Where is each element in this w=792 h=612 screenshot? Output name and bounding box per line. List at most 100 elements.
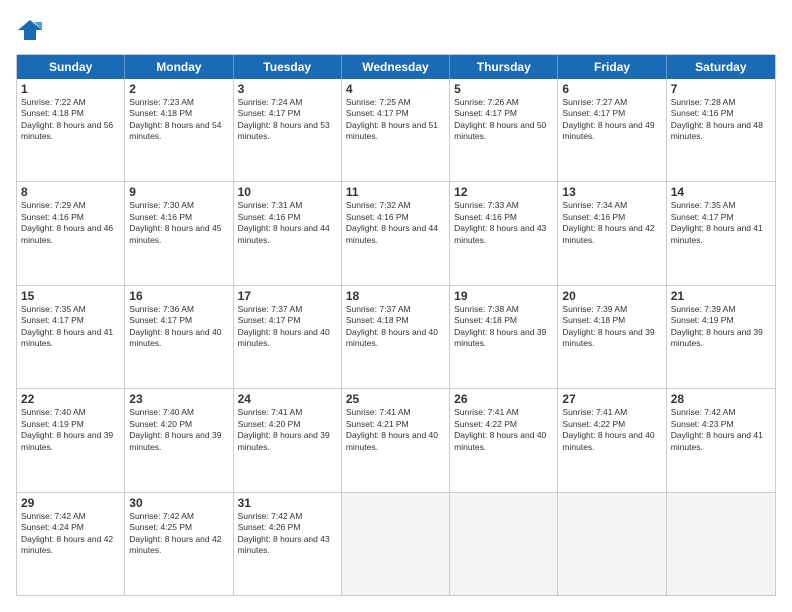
day-info: Sunrise: 7:34 AMSunset: 4:16 PMDaylight:… [562, 200, 661, 246]
day-cell-26: 26Sunrise: 7:41 AMSunset: 4:22 PMDayligh… [450, 389, 558, 491]
day-cell-27: 27Sunrise: 7:41 AMSunset: 4:22 PMDayligh… [558, 389, 666, 491]
week-row-4: 22Sunrise: 7:40 AMSunset: 4:19 PMDayligh… [17, 389, 775, 492]
day-info: Sunrise: 7:37 AMSunset: 4:17 PMDaylight:… [238, 304, 337, 350]
day-cell-8: 8Sunrise: 7:29 AMSunset: 4:16 PMDaylight… [17, 182, 125, 284]
day-number: 30 [129, 496, 228, 510]
day-info: Sunrise: 7:33 AMSunset: 4:16 PMDaylight:… [454, 200, 553, 246]
day-number: 12 [454, 185, 553, 199]
day-number: 4 [346, 82, 445, 96]
day-info: Sunrise: 7:40 AMSunset: 4:19 PMDaylight:… [21, 407, 120, 453]
day-cell-2: 2Sunrise: 7:23 AMSunset: 4:18 PMDaylight… [125, 79, 233, 181]
day-info: Sunrise: 7:27 AMSunset: 4:17 PMDaylight:… [562, 97, 661, 143]
header [16, 16, 776, 44]
day-number: 17 [238, 289, 337, 303]
day-number: 8 [21, 185, 120, 199]
day-cell-3: 3Sunrise: 7:24 AMSunset: 4:17 PMDaylight… [234, 79, 342, 181]
day-number: 10 [238, 185, 337, 199]
day-number: 25 [346, 392, 445, 406]
empty-cell [558, 493, 666, 595]
empty-cell [342, 493, 450, 595]
day-cell-21: 21Sunrise: 7:39 AMSunset: 4:19 PMDayligh… [667, 286, 775, 388]
day-header-friday: Friday [558, 55, 666, 79]
day-info: Sunrise: 7:41 AMSunset: 4:22 PMDaylight:… [454, 407, 553, 453]
empty-cell [667, 493, 775, 595]
day-number: 6 [562, 82, 661, 96]
calendar: SundayMondayTuesdayWednesdayThursdayFrid… [16, 54, 776, 596]
day-number: 3 [238, 82, 337, 96]
day-cell-24: 24Sunrise: 7:41 AMSunset: 4:20 PMDayligh… [234, 389, 342, 491]
day-cell-17: 17Sunrise: 7:37 AMSunset: 4:17 PMDayligh… [234, 286, 342, 388]
day-info: Sunrise: 7:30 AMSunset: 4:16 PMDaylight:… [129, 200, 228, 246]
day-number: 22 [21, 392, 120, 406]
day-number: 18 [346, 289, 445, 303]
day-cell-30: 30Sunrise: 7:42 AMSunset: 4:25 PMDayligh… [125, 493, 233, 595]
day-header-saturday: Saturday [667, 55, 775, 79]
day-number: 28 [671, 392, 771, 406]
day-info: Sunrise: 7:22 AMSunset: 4:18 PMDaylight:… [21, 97, 120, 143]
day-cell-15: 15Sunrise: 7:35 AMSunset: 4:17 PMDayligh… [17, 286, 125, 388]
day-number: 13 [562, 185, 661, 199]
day-info: Sunrise: 7:42 AMSunset: 4:23 PMDaylight:… [671, 407, 771, 453]
day-info: Sunrise: 7:36 AMSunset: 4:17 PMDaylight:… [129, 304, 228, 350]
week-row-3: 15Sunrise: 7:35 AMSunset: 4:17 PMDayligh… [17, 286, 775, 389]
day-info: Sunrise: 7:40 AMSunset: 4:20 PMDaylight:… [129, 407, 228, 453]
empty-cell [450, 493, 558, 595]
day-number: 26 [454, 392, 553, 406]
day-number: 2 [129, 82, 228, 96]
day-number: 24 [238, 392, 337, 406]
day-cell-10: 10Sunrise: 7:31 AMSunset: 4:16 PMDayligh… [234, 182, 342, 284]
day-cell-23: 23Sunrise: 7:40 AMSunset: 4:20 PMDayligh… [125, 389, 233, 491]
day-info: Sunrise: 7:41 AMSunset: 4:20 PMDaylight:… [238, 407, 337, 453]
week-row-1: 1Sunrise: 7:22 AMSunset: 4:18 PMDaylight… [17, 79, 775, 182]
day-info: Sunrise: 7:35 AMSunset: 4:17 PMDaylight:… [671, 200, 771, 246]
day-number: 7 [671, 82, 771, 96]
day-cell-29: 29Sunrise: 7:42 AMSunset: 4:24 PMDayligh… [17, 493, 125, 595]
day-info: Sunrise: 7:37 AMSunset: 4:18 PMDaylight:… [346, 304, 445, 350]
day-cell-4: 4Sunrise: 7:25 AMSunset: 4:17 PMDaylight… [342, 79, 450, 181]
day-cell-22: 22Sunrise: 7:40 AMSunset: 4:19 PMDayligh… [17, 389, 125, 491]
day-info: Sunrise: 7:42 AMSunset: 4:25 PMDaylight:… [129, 511, 228, 557]
day-number: 15 [21, 289, 120, 303]
day-info: Sunrise: 7:29 AMSunset: 4:16 PMDaylight:… [21, 200, 120, 246]
day-info: Sunrise: 7:25 AMSunset: 4:17 PMDaylight:… [346, 97, 445, 143]
day-number: 31 [238, 496, 337, 510]
day-header-thursday: Thursday [450, 55, 558, 79]
day-info: Sunrise: 7:28 AMSunset: 4:16 PMDaylight:… [671, 97, 771, 143]
day-header-wednesday: Wednesday [342, 55, 450, 79]
day-cell-6: 6Sunrise: 7:27 AMSunset: 4:17 PMDaylight… [558, 79, 666, 181]
day-info: Sunrise: 7:31 AMSunset: 4:16 PMDaylight:… [238, 200, 337, 246]
day-cell-7: 7Sunrise: 7:28 AMSunset: 4:16 PMDaylight… [667, 79, 775, 181]
day-cell-14: 14Sunrise: 7:35 AMSunset: 4:17 PMDayligh… [667, 182, 775, 284]
day-number: 23 [129, 392, 228, 406]
day-cell-11: 11Sunrise: 7:32 AMSunset: 4:16 PMDayligh… [342, 182, 450, 284]
day-cell-13: 13Sunrise: 7:34 AMSunset: 4:16 PMDayligh… [558, 182, 666, 284]
day-info: Sunrise: 7:24 AMSunset: 4:17 PMDaylight:… [238, 97, 337, 143]
day-number: 27 [562, 392, 661, 406]
day-number: 9 [129, 185, 228, 199]
day-cell-20: 20Sunrise: 7:39 AMSunset: 4:18 PMDayligh… [558, 286, 666, 388]
day-info: Sunrise: 7:23 AMSunset: 4:18 PMDaylight:… [129, 97, 228, 143]
day-number: 21 [671, 289, 771, 303]
day-cell-18: 18Sunrise: 7:37 AMSunset: 4:18 PMDayligh… [342, 286, 450, 388]
day-number: 1 [21, 82, 120, 96]
logo [16, 16, 48, 44]
day-number: 19 [454, 289, 553, 303]
day-number: 20 [562, 289, 661, 303]
day-info: Sunrise: 7:42 AMSunset: 4:26 PMDaylight:… [238, 511, 337, 557]
day-cell-28: 28Sunrise: 7:42 AMSunset: 4:23 PMDayligh… [667, 389, 775, 491]
day-number: 14 [671, 185, 771, 199]
day-info: Sunrise: 7:26 AMSunset: 4:17 PMDaylight:… [454, 97, 553, 143]
day-number: 16 [129, 289, 228, 303]
day-number: 5 [454, 82, 553, 96]
day-cell-1: 1Sunrise: 7:22 AMSunset: 4:18 PMDaylight… [17, 79, 125, 181]
day-cell-19: 19Sunrise: 7:38 AMSunset: 4:18 PMDayligh… [450, 286, 558, 388]
logo-icon [16, 16, 44, 44]
day-number: 29 [21, 496, 120, 510]
day-header-monday: Monday [125, 55, 233, 79]
day-info: Sunrise: 7:38 AMSunset: 4:18 PMDaylight:… [454, 304, 553, 350]
calendar-body: 1Sunrise: 7:22 AMSunset: 4:18 PMDaylight… [17, 79, 775, 595]
day-cell-12: 12Sunrise: 7:33 AMSunset: 4:16 PMDayligh… [450, 182, 558, 284]
day-info: Sunrise: 7:39 AMSunset: 4:18 PMDaylight:… [562, 304, 661, 350]
day-info: Sunrise: 7:41 AMSunset: 4:22 PMDaylight:… [562, 407, 661, 453]
day-cell-9: 9Sunrise: 7:30 AMSunset: 4:16 PMDaylight… [125, 182, 233, 284]
